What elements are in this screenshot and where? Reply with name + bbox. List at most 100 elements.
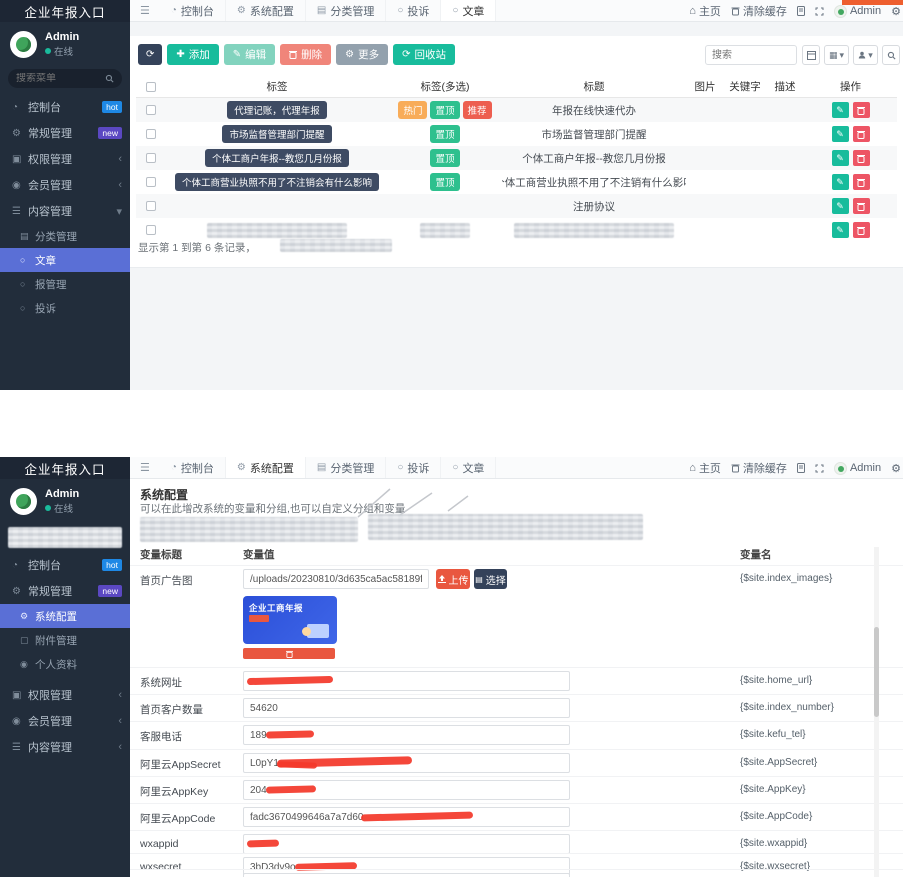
more-button[interactable]: ⚙更多 [336, 44, 388, 65]
home-link[interactable]: ⌂主页 [689, 460, 721, 476]
tab-console[interactable]: ◔控制台 [160, 457, 226, 478]
clear-cache-link[interactable]: 清除缓存 [731, 460, 787, 476]
docs-button[interactable] [797, 463, 805, 473]
edit-row-button[interactable]: ✎ [832, 222, 849, 238]
sidebar-item-console[interactable]: ◔控制台hot [0, 94, 130, 120]
mchid-input[interactable] [243, 873, 570, 877]
edit-row-button[interactable]: ✎ [832, 126, 849, 142]
red-redaction-scribble [247, 840, 279, 848]
home-link[interactable]: ⌂主页 [689, 3, 721, 19]
choose-button[interactable]: ▤选择 [474, 569, 507, 589]
edit-row-button[interactable]: ✎ [832, 174, 849, 190]
settings-button[interactable]: ⚙ [891, 5, 901, 18]
new-badge: new [98, 127, 122, 139]
search-button[interactable] [882, 45, 900, 65]
delete-row-button[interactable] [853, 222, 870, 238]
gear-icon: ⚙ [891, 5, 901, 18]
user-filter-dropdown-button[interactable]: ▾ [853, 45, 878, 65]
row-checkbox[interactable] [146, 153, 156, 163]
shield-icon: ▣ [12, 690, 28, 701]
sidebar-subitem-profile[interactable]: ◉个人资料 [0, 652, 130, 676]
row-checkbox[interactable] [146, 177, 156, 187]
row-checkbox[interactable] [146, 105, 156, 115]
index-number-input[interactable] [243, 698, 570, 718]
delete-row-button[interactable] [853, 174, 870, 190]
index-images-input[interactable] [243, 569, 429, 589]
tab-complaint[interactable]: ○投诉 [386, 0, 441, 21]
banner-preview-image[interactable]: 企业工商年报 [243, 596, 337, 644]
form-row-index-images: 首页广告图 上传 ▤选择 {$site.index_images} 企业工商年报 [130, 565, 903, 667]
user-menu[interactable]: Admin [834, 5, 881, 18]
sidebar-subitem-article[interactable]: ○文章 [0, 248, 130, 272]
delete-row-button[interactable] [853, 126, 870, 142]
clear-cache-link[interactable]: 清除缓存 [731, 3, 787, 19]
sidebar-item-members[interactable]: ◉会员管理‹ [0, 708, 130, 734]
tab-complaint[interactable]: ○投诉 [386, 457, 441, 478]
avatar[interactable] [10, 31, 37, 58]
sidebar-subitem-category[interactable]: ▤分类管理 [0, 224, 130, 248]
upload-button[interactable]: 上传 [436, 569, 470, 589]
tab-system-config[interactable]: ⚙系统配置 [226, 457, 306, 478]
add-button[interactable]: ✚添加 [167, 44, 218, 65]
select-all-checkbox[interactable] [146, 82, 156, 92]
sidebar-subitem-complaint[interactable]: ○投诉 [0, 296, 130, 320]
sidebar-subitem-attachments[interactable]: ▢附件管理 [0, 628, 130, 652]
edit-row-button[interactable]: ✎ [832, 150, 849, 166]
scrollbar-thumb[interactable] [874, 627, 879, 717]
recycle-bin-button[interactable]: ⟳回收站 [393, 44, 455, 65]
tag-pill: 代理记账，代理年报 [227, 101, 327, 119]
delete-row-button[interactable] [853, 198, 870, 214]
export-button[interactable] [802, 45, 820, 65]
tab-category[interactable]: ▤分类管理 [306, 0, 386, 21]
tag-badge: 置顶 [430, 173, 459, 191]
tab-system-config[interactable]: ⚙系统配置 [226, 0, 306, 21]
sidebar-subitem-system-config[interactable]: ⚙系统配置 [0, 604, 130, 628]
columns-dropdown-button[interactable]: ▦▾ [824, 45, 849, 65]
wxappid-input[interactable] [243, 834, 570, 854]
fullscreen-button[interactable] [815, 7, 824, 16]
refresh-button[interactable]: ⟳ [138, 44, 162, 65]
sidebar-item-general[interactable]: ⚙常规管理new [0, 578, 130, 604]
row-checkbox[interactable] [146, 225, 156, 235]
row-checkbox[interactable] [146, 129, 156, 139]
sidebar-item-general[interactable]: ⚙常规管理new [0, 120, 130, 146]
hamburger-icon[interactable]: ☰ [130, 0, 160, 21]
sidebar-item-permissions[interactable]: ▣权限管理‹ [0, 146, 130, 172]
edit-button[interactable]: ✎编辑 [224, 44, 275, 65]
user-menu[interactable]: Admin [834, 462, 881, 475]
tab-article[interactable]: ○文章 [441, 457, 496, 478]
delete-button[interactable]: 删除 [280, 44, 331, 65]
sidebar-search [8, 69, 122, 88]
hot-badge: hot [102, 559, 122, 571]
trash-icon [857, 226, 865, 235]
sidebar-item-permissions[interactable]: ▣权限管理‹ [0, 682, 130, 708]
sidebar-item-console[interactable]: ◔控制台hot [0, 552, 130, 578]
docs-button[interactable] [797, 6, 805, 16]
tab-console[interactable]: ◔控制台 [160, 0, 226, 21]
remove-image-button[interactable] [243, 648, 335, 659]
delete-row-button[interactable] [853, 150, 870, 166]
shield-icon: ▣ [12, 154, 28, 165]
edit-row-button[interactable]: ✎ [832, 198, 849, 214]
sidebar-item-members[interactable]: ◉会员管理‹ [0, 172, 130, 198]
scrollbar[interactable] [874, 547, 879, 877]
row-checkbox[interactable] [146, 201, 156, 211]
sidebar-item-content[interactable]: ☰内容管理‹ [0, 734, 130, 760]
tab-article[interactable]: ○文章 [441, 0, 496, 21]
delete-row-button[interactable] [853, 102, 870, 118]
sidebar-item-content[interactable]: ☰内容管理▾ [0, 198, 130, 224]
hamburger-icon[interactable]: ☰ [130, 457, 160, 478]
table-search-input[interactable] [705, 45, 797, 65]
edit-row-button[interactable]: ✎ [832, 102, 849, 118]
table-row: 代理记账，代理年报 热门 置顶 推荐 年报在线快速代办 ✎ [136, 98, 897, 122]
user-name: Admin [45, 31, 79, 44]
tab-category[interactable]: ▤分类管理 [306, 457, 386, 478]
settings-button[interactable]: ⚙ [891, 462, 901, 475]
sidebar-search-input[interactable] [16, 73, 105, 84]
avatar[interactable] [10, 488, 37, 515]
form-row-mchid: mchid {$site.mchid} [130, 869, 903, 877]
fullscreen-button[interactable] [815, 464, 824, 473]
field-label: 系统网址 [140, 675, 182, 690]
sidebar-subitem-report[interactable]: ○报管理 [0, 272, 130, 296]
gear-icon: ⚙ [237, 462, 246, 473]
